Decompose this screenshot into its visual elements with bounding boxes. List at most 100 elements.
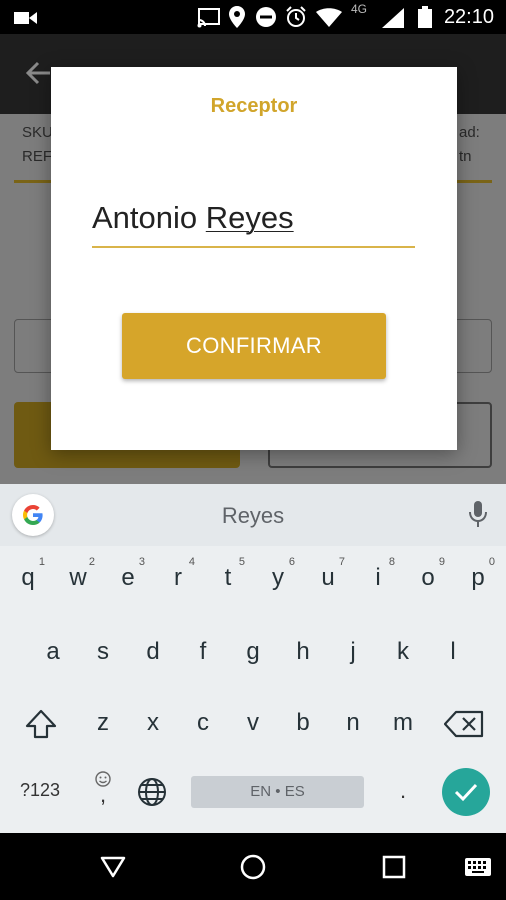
key-label: n <box>346 709 360 736</box>
signal-icon <box>382 8 404 28</box>
home-nav-icon[interactable] <box>239 853 267 881</box>
key-label: r <box>174 564 182 591</box>
alarm-icon <box>286 6 306 27</box>
key-p[interactable]: p0 <box>453 546 503 608</box>
status-bar: 4G 22:10 <box>0 0 506 34</box>
comma-label: , <box>99 782 107 807</box>
checkmark-icon <box>454 783 478 802</box>
key-r[interactable]: r4 <box>153 546 203 608</box>
enter-key[interactable] <box>442 768 490 816</box>
key-label: v <box>247 709 259 736</box>
key-hint: 4 <box>188 556 195 568</box>
bg-ref-label: REF <box>22 148 52 165</box>
key-f[interactable]: f <box>178 620 228 682</box>
key-label: m <box>393 709 413 736</box>
emoji-comma-key[interactable]: , <box>88 770 118 807</box>
key-label: u <box>321 564 335 591</box>
key-label: w <box>69 564 87 591</box>
key-c[interactable]: c <box>178 691 228 753</box>
composing-word: Reyes <box>205 200 294 235</box>
key-label: l <box>450 638 456 665</box>
key-label: o <box>421 564 435 591</box>
key-hint: 7 <box>338 556 345 568</box>
globe-icon[interactable] <box>136 776 168 808</box>
recents-nav-icon[interactable] <box>381 854 407 880</box>
key-j[interactable]: j <box>328 620 378 682</box>
key-label: t <box>224 564 232 591</box>
location-icon <box>229 6 245 28</box>
key-y[interactable]: y6 <box>253 546 303 608</box>
key-hint: 9 <box>438 556 445 568</box>
word-suggestion[interactable]: Reyes <box>0 503 506 529</box>
microphone-icon[interactable] <box>467 499 489 529</box>
key-z[interactable]: z <box>78 691 128 753</box>
receptor-name-value: Antonio Reyes <box>92 200 294 235</box>
key-x[interactable]: x <box>128 691 178 753</box>
navigation-bar <box>0 833 506 900</box>
key-s[interactable]: s <box>78 620 128 682</box>
key-v[interactable]: v <box>228 691 278 753</box>
key-label: p <box>471 564 485 591</box>
bg-unit-label: tn <box>459 148 472 165</box>
key-q[interactable]: q1 <box>3 546 53 608</box>
key-label: b <box>296 709 310 736</box>
key-a[interactable]: a <box>28 620 78 682</box>
key-e[interactable]: e3 <box>103 546 153 608</box>
key-m[interactable]: m <box>378 691 428 753</box>
key-hint: 0 <box>488 556 495 568</box>
key-b[interactable]: b <box>278 691 328 753</box>
receptor-name-input[interactable]: Antonio Reyes <box>92 200 415 248</box>
key-label: e <box>121 564 135 591</box>
key-hint: 6 <box>288 556 295 568</box>
key-i[interactable]: i8 <box>353 546 403 608</box>
wifi-icon <box>316 8 342 27</box>
key-label: q <box>21 564 35 591</box>
key-k[interactable]: k <box>378 620 428 682</box>
key-hint: 1 <box>38 556 45 568</box>
key-n[interactable]: n <box>328 691 378 753</box>
video-icon <box>14 12 37 24</box>
key-g[interactable]: g <box>228 620 278 682</box>
receptor-dialog: Receptor Antonio Reyes CONFIRMAR <box>51 67 457 450</box>
bg-sku-label: SKU <box>22 124 53 141</box>
key-o[interactable]: o9 <box>403 546 453 608</box>
key-h[interactable]: h <box>278 620 328 682</box>
key-l[interactable]: l <box>428 620 478 682</box>
confirm-button[interactable]: CONFIRMAR <box>122 313 386 379</box>
dialog-title: Receptor <box>210 95 298 117</box>
shift-key[interactable] <box>24 708 58 740</box>
key-u[interactable]: u7 <box>303 546 353 608</box>
key-hint: 2 <box>88 556 95 568</box>
key-label: s <box>97 638 109 665</box>
key-t[interactable]: t5 <box>203 546 253 608</box>
keyboard-switch-icon[interactable] <box>464 857 492 877</box>
key-hint: 5 <box>238 556 245 568</box>
cast-icon <box>197 8 220 28</box>
key-label: f <box>199 638 207 665</box>
key-label: a <box>46 638 60 665</box>
key-label: i <box>375 564 381 591</box>
period-key[interactable]: . <box>388 778 418 804</box>
key-label: h <box>296 638 310 665</box>
key-label: z <box>97 709 109 736</box>
back-nav-icon[interactable] <box>99 855 127 879</box>
key-label: c <box>197 709 209 736</box>
key-label: d <box>146 638 160 665</box>
dnd-icon <box>256 7 276 27</box>
space-key[interactable]: EN • ES <box>191 776 364 808</box>
key-d[interactable]: d <box>128 620 178 682</box>
key-label: j <box>350 638 356 665</box>
suggestion-strip: Reyes <box>0 484 506 546</box>
symbols-key[interactable]: ?123 <box>8 780 72 801</box>
network-type-label: 4G <box>351 2 368 16</box>
battery-icon <box>418 6 432 28</box>
back-arrow-icon[interactable] <box>26 60 52 86</box>
key-hint: 8 <box>388 556 395 568</box>
key-label: y <box>272 564 284 591</box>
key-label: k <box>397 638 409 665</box>
key-label: x <box>147 709 159 736</box>
soft-keyboard: Reyes ?123 , EN • ES . q1w2e3r4t5y6u 7 i… <box>0 484 506 833</box>
backspace-key[interactable] <box>444 710 484 738</box>
key-w[interactable]: w2 <box>53 546 103 608</box>
key-hint: 3 <box>138 556 145 568</box>
